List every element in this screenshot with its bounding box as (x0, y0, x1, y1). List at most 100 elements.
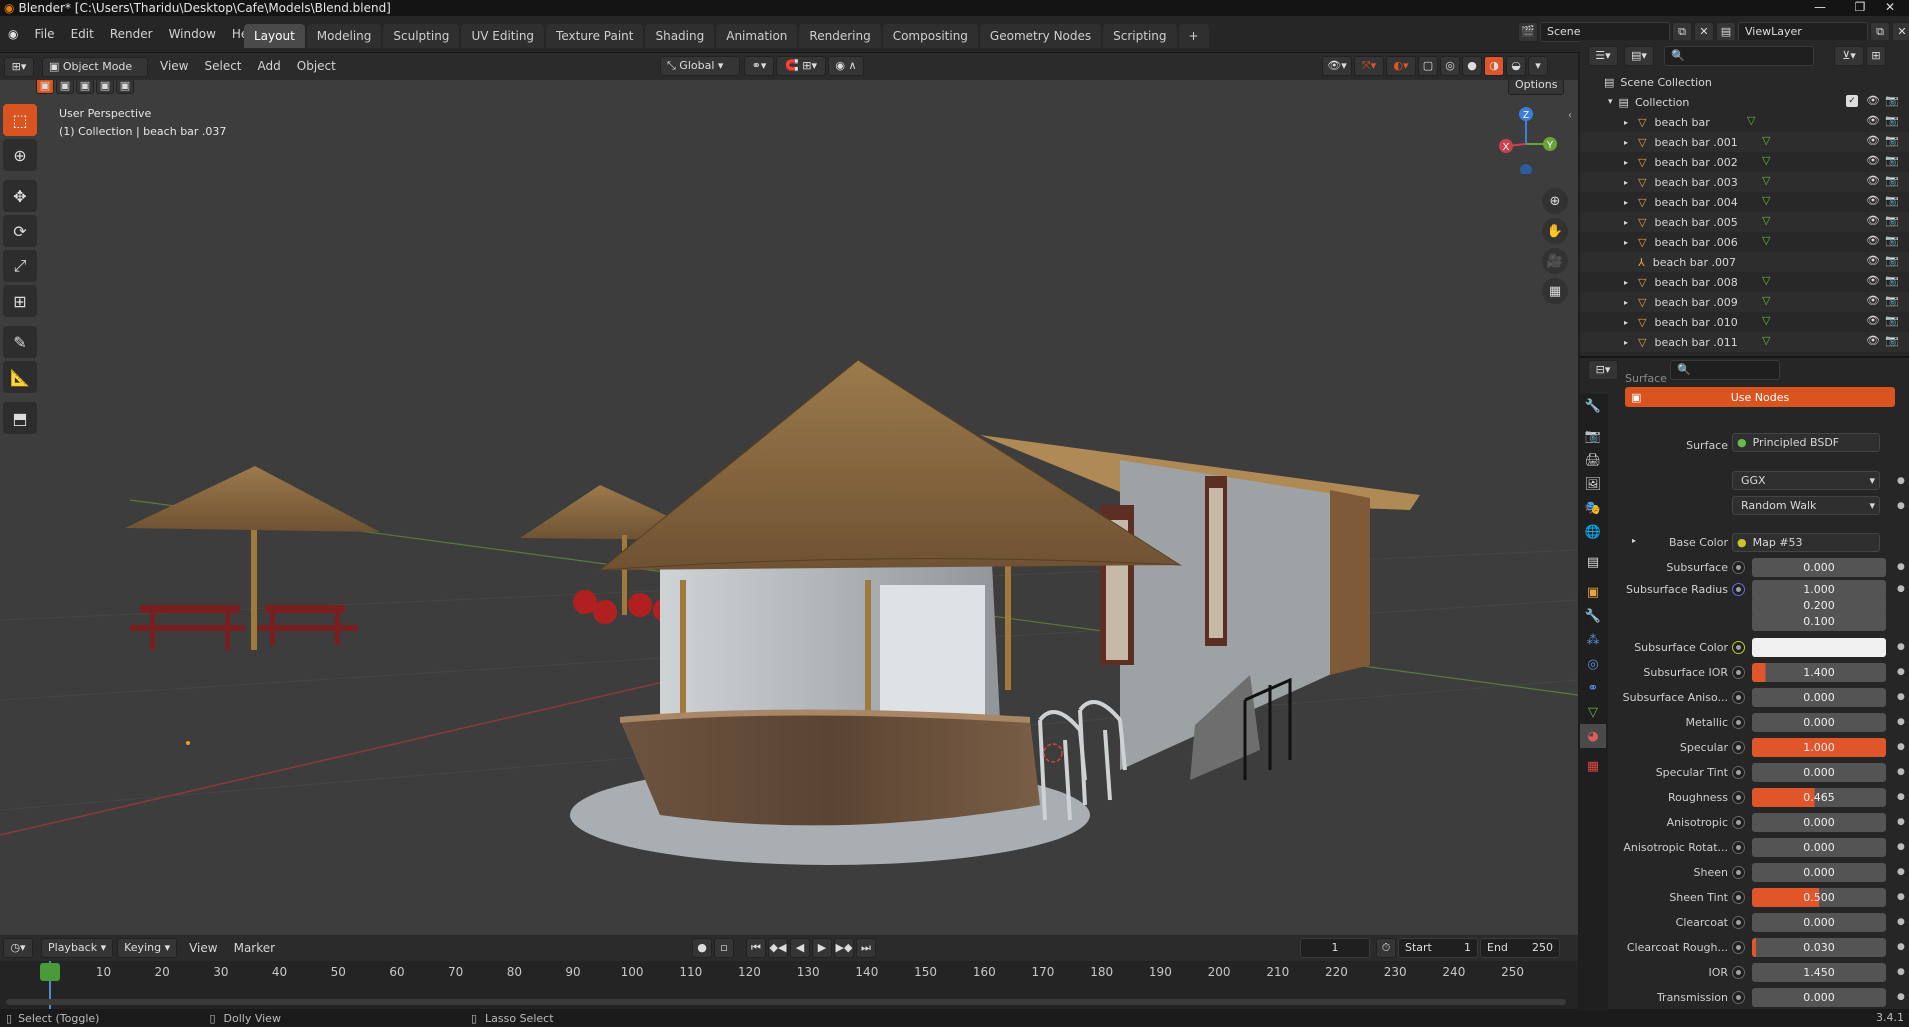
outliner-item[interactable]: ▸ ▽ beach bar .009 ▽ 👁 📷 (1580, 292, 1909, 312)
keyframe-dot-icon[interactable]: ● (1897, 842, 1905, 852)
surface-panel-header[interactable]: Surface (1625, 372, 1667, 385)
measure-tool-icon[interactable]: 📐 (3, 361, 37, 393)
annotate-tool-icon[interactable]: ✎ (3, 326, 37, 358)
keyframe-dot-icon[interactable]: ● (1897, 562, 1905, 572)
tab-geometry-nodes[interactable]: Geometry Nodes (979, 24, 1102, 48)
camera-icon[interactable]: 📷 (1885, 254, 1899, 267)
proportional-edit-icon[interactable]: ◉ ∧ (828, 56, 864, 76)
property-value-field[interactable]: 0.000 (1752, 838, 1886, 857)
socket-icon[interactable] (1732, 583, 1745, 596)
zoom-icon[interactable]: ⊕ (1542, 188, 1568, 214)
socket-icon[interactable] (1732, 666, 1745, 679)
expand-arrow-icon[interactable]: ▾ (1608, 97, 1613, 107)
eye-icon[interactable]: 👁 (1866, 94, 1880, 107)
expand-arrow-icon[interactable]: ▸ (1624, 158, 1630, 167)
gizmo-icon[interactable]: ⤧▾ (1354, 56, 1384, 76)
outliner-editor-icon[interactable]: ☰▾ (1588, 46, 1618, 66)
keyframe-dot-icon[interactable]: ● (1897, 476, 1905, 486)
select-intersect-icon[interactable]: ▣ (116, 80, 134, 94)
timeline-body[interactable]: 1102030405060708090100110120130140150160… (0, 961, 1578, 1011)
perspective-grid-icon[interactable]: ▦ (1542, 278, 1568, 304)
solid-shading-icon[interactable]: ● (1462, 56, 1482, 76)
viewlayer-name-field[interactable]: ViewLayer (1738, 22, 1868, 42)
overlay-icon[interactable]: ◐▾ (1386, 56, 1416, 76)
timeline-menu-view[interactable]: View (181, 936, 225, 961)
property-value-field[interactable]: 0.100 (1752, 612, 1886, 631)
select-new-icon[interactable]: ▣ (36, 80, 54, 94)
tab-animation[interactable]: Animation (716, 24, 798, 48)
3d-viewport[interactable]: ▣ ▣ ▣ ▣ ▣ ⬚ ⊕ ✥ ⟳ ⤢ ⊞ ✎ 📐 ⬒ User Perspec… (0, 80, 1578, 935)
property-value-field[interactable]: 0.000 (1752, 688, 1886, 707)
keyframe-dot-icon[interactable]: ● (1897, 501, 1905, 511)
data-tab-icon[interactable]: ▽ (1580, 700, 1606, 724)
socket-icon[interactable] (1732, 816, 1745, 829)
expand-arrow-icon[interactable]: ▸ (1624, 198, 1630, 207)
socket-icon[interactable] (1732, 991, 1745, 1004)
tab-scripting[interactable]: Scripting (1103, 24, 1177, 48)
eye-icon[interactable]: 👁 (1866, 134, 1880, 147)
outliner-item[interactable]: ▸ ▽ beach bar .004 ▽ 👁 📷 (1580, 192, 1909, 212)
tab-rendering[interactable]: Rendering (799, 24, 881, 48)
socket-icon[interactable] (1732, 561, 1745, 574)
keyframe-dot-icon[interactable]: ● (1897, 792, 1905, 802)
socket-icon[interactable] (1732, 766, 1745, 779)
keyframe-dot-icon[interactable]: ● (1897, 967, 1905, 977)
outliner-item[interactable]: ▸ ▽ beach bar .003 ▽ 👁 📷 (1580, 172, 1909, 192)
timeline-scrollbar[interactable] (6, 999, 1566, 1005)
eye-icon[interactable]: 👁 (1866, 214, 1880, 227)
mesh-data-icon[interactable]: ▽ (1762, 154, 1770, 167)
timeline-menu-marker[interactable]: Marker (226, 936, 283, 961)
select-box-tool-icon[interactable]: ⬚ (3, 104, 37, 136)
delete-scene-icon[interactable]: ✕ (1694, 22, 1714, 42)
tab-uv-editing[interactable]: UV Editing (461, 24, 545, 48)
snap-icon[interactable]: 🧲 ⊞▾ (776, 56, 826, 76)
record-icon[interactable]: ● (692, 938, 712, 958)
add-workspace-icon[interactable]: + (1178, 24, 1209, 48)
checkbox-icon[interactable]: ✓ (1846, 95, 1858, 107)
scene-tab-icon[interactable]: 🎭 (1580, 496, 1606, 520)
keyframe-dot-icon[interactable]: ● (1897, 767, 1905, 777)
socket-icon[interactable] (1732, 641, 1745, 654)
end-frame-field[interactable]: End 250 (1480, 938, 1560, 958)
eye-icon[interactable]: 👁 (1866, 114, 1880, 127)
transform-tool-icon[interactable]: ⊞ (3, 285, 37, 317)
tab-modeling[interactable]: Modeling (306, 24, 382, 48)
expand-arrow-icon[interactable]: ▸ (1624, 318, 1630, 327)
color-swatch[interactable] (1752, 638, 1886, 657)
preview-range-icon[interactable]: ⏱ (1376, 938, 1396, 958)
viewport-menu-add[interactable]: Add (250, 54, 289, 79)
eye-icon[interactable]: 👁 (1866, 314, 1880, 327)
camera-icon[interactable]: 📷 (1885, 314, 1899, 327)
camera-icon[interactable]: 📷 (1885, 334, 1899, 347)
property-value-field[interactable]: 0.465 (1752, 788, 1886, 807)
scene-name-field[interactable]: Scene (1540, 22, 1670, 42)
shading-options-icon[interactable]: ▾ (1528, 56, 1548, 76)
properties-editor-icon[interactable]: ⊟▾ (1588, 360, 1618, 380)
tool-tab-icon[interactable]: 🔧 (1580, 394, 1606, 418)
property-value-field[interactable]: 0.000 (1752, 863, 1886, 882)
navigation-gizmo[interactable]: Z Y X (1488, 104, 1558, 176)
jump-end-icon[interactable]: ⏭ (856, 938, 876, 958)
modifier-tab-icon[interactable]: 🔧 (1580, 604, 1606, 628)
mesh-data-icon[interactable]: ▽ (1762, 134, 1770, 147)
camera-icon[interactable]: 📷 (1885, 194, 1899, 207)
outliner-item[interactable]: ▸ ▽ beach bar .008 ▽ 👁 📷 (1580, 272, 1909, 292)
collection-row[interactable]: ▾ ▤ Collection ✓ 👁 📷 (1580, 92, 1909, 112)
expand-arrow-icon[interactable]: ▸ (1624, 278, 1630, 287)
expand-arrow-icon[interactable]: ▸ (1624, 138, 1630, 147)
outliner-item[interactable]: ⅄ beach bar .007 👁 📷 (1580, 252, 1909, 272)
pan-hand-icon[interactable]: ✋ (1542, 218, 1568, 244)
expand-arrow-icon[interactable]: ▸ (1632, 536, 1636, 545)
camera-view-icon[interactable]: 🎥 (1542, 248, 1568, 274)
base-color-link-field[interactable]: ● Map #53 (1732, 533, 1880, 552)
timeline-menu-playback[interactable]: Playback ▾ (41, 938, 114, 958)
socket-icon[interactable] (1732, 841, 1745, 854)
rotate-tool-icon[interactable]: ⟳ (3, 215, 37, 247)
tab-sculpting[interactable]: Sculpting (383, 24, 460, 48)
keyframe-dot-icon[interactable]: ● (1897, 917, 1905, 927)
new-viewlayer-icon[interactable]: ⧉ (1870, 22, 1890, 42)
delete-viewlayer-icon[interactable]: ✕ (1892, 22, 1909, 42)
texture-tab-icon[interactable]: ▦ (1580, 754, 1606, 778)
camera-icon[interactable]: 📷 (1885, 274, 1899, 287)
socket-icon[interactable] (1732, 916, 1745, 929)
